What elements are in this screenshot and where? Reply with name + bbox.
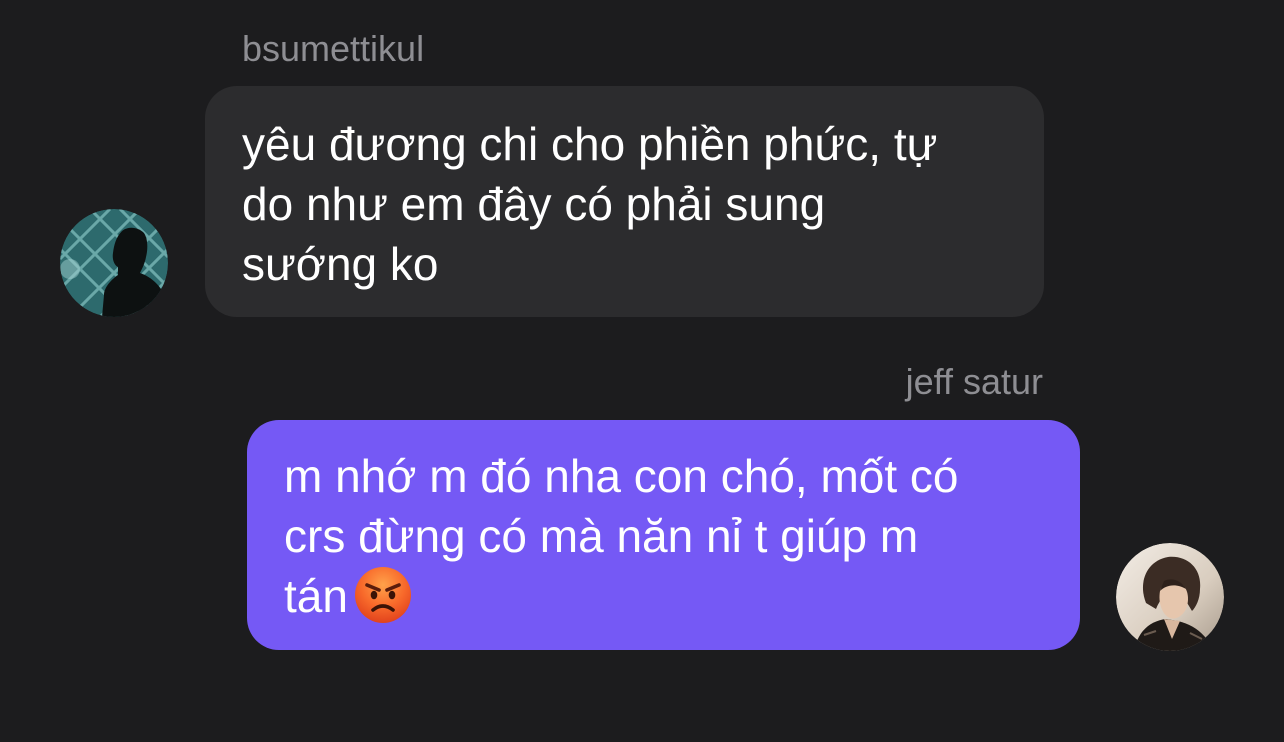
message-line: tán (284, 570, 348, 622)
sender-name: bsumettikul (242, 28, 425, 69)
message-bubble[interactable]: m nhớ m đó nha con chó, mốt có crs đừng … (247, 420, 1080, 650)
silhouette-avatar-icon[interactable] (60, 209, 168, 317)
message-line: do như em đây có phải sung (242, 178, 826, 230)
message-line: sướng ko (242, 238, 439, 290)
message-line: crs đừng có mà năn nỉ t giúp m (284, 510, 919, 562)
message-line: m nhớ m đó nha con chó, mốt có (284, 450, 959, 502)
message-last-line: tán (284, 566, 1042, 626)
sender-name: jeff satur (905, 361, 1043, 402)
message-line: yêu đương chi cho phiền phức, tự (242, 118, 938, 170)
angry-face-emoji-icon (354, 566, 412, 624)
message-bubble[interactable]: yêu đương chi cho phiền phức, tự do như … (205, 86, 1044, 317)
profile-photo-avatar-icon[interactable] (1116, 543, 1224, 651)
